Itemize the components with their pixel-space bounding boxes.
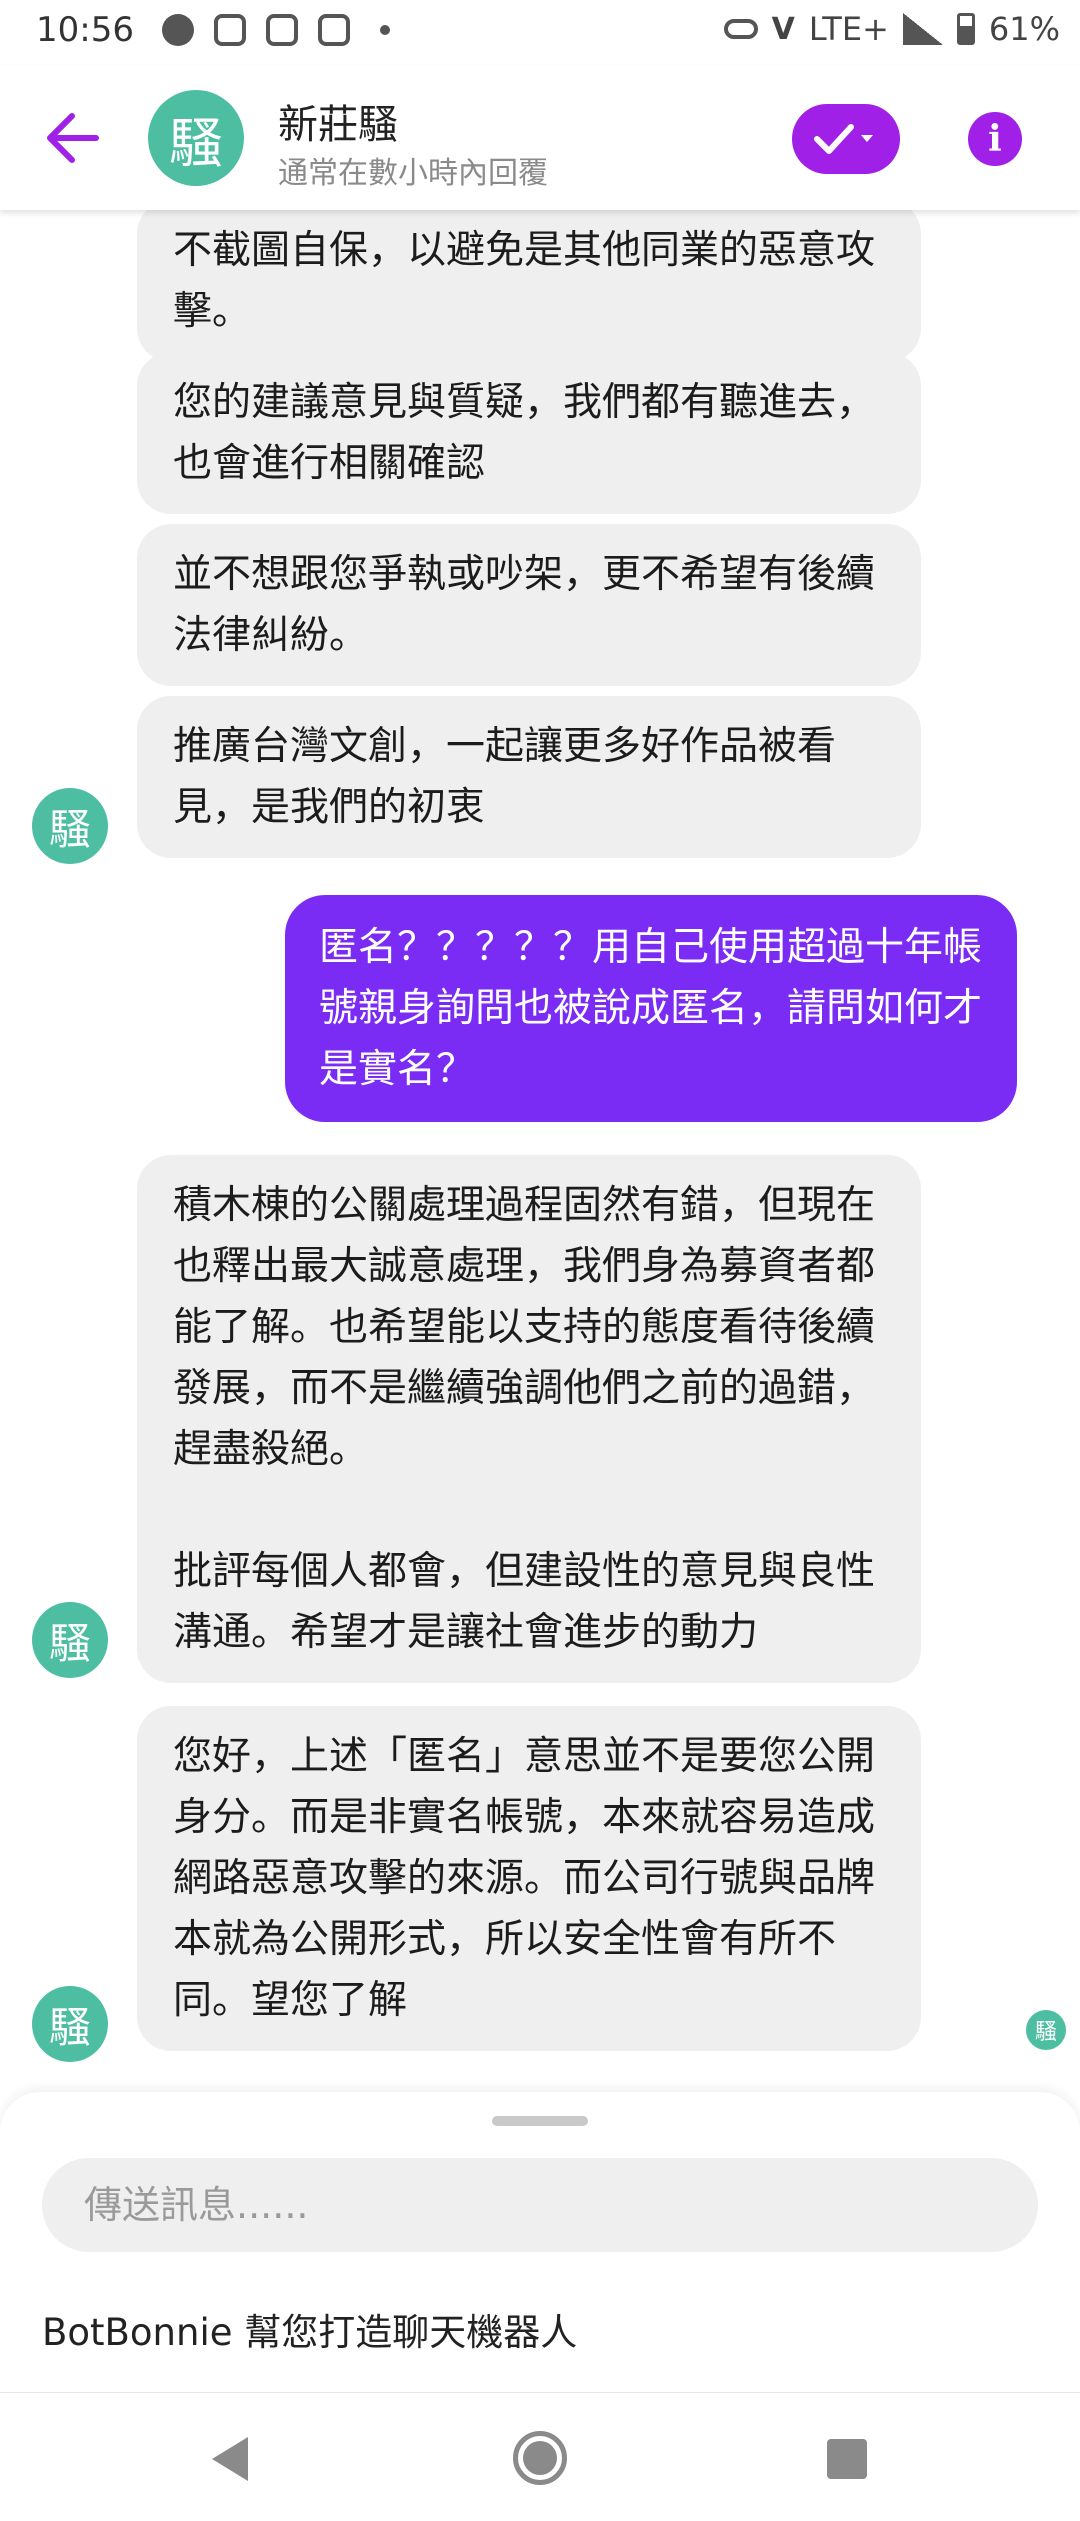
back-arrow-icon	[47, 113, 99, 163]
message-list[interactable]: 不截圖自保，以避免是其他同業的惡意攻擊。 您的建議意見與質疑，我們都有聽進去，也…	[0, 210, 1080, 2090]
drag-handle[interactable]	[492, 2116, 588, 2126]
status-bar: 10:56 V LTE+ 61%	[0, 0, 1080, 66]
contact-name: 新莊騷	[278, 102, 398, 148]
incoming-message: 您的建議意見與質疑，我們都有聽進去，也會進行相關確認	[137, 352, 921, 514]
sender-avatar: 騷	[32, 788, 108, 864]
sender-avatar: 騷	[32, 1602, 108, 1678]
incoming-message: 推廣台灣文創，一起讓更多好作品被看見，是我們的初衷	[137, 696, 921, 858]
checkmark-dropdown-icon	[814, 124, 873, 154]
info-button[interactable]: i	[968, 112, 1022, 166]
instagram-icon	[214, 14, 246, 46]
battery-percent: 61%	[988, 10, 1060, 48]
notification-app-icon	[162, 14, 194, 46]
instagram-icon	[266, 14, 298, 46]
info-icon: i	[988, 118, 1002, 160]
more-notifications-dot	[380, 25, 390, 35]
back-button[interactable]	[42, 110, 102, 166]
incoming-message: 並不想跟您爭執或吵架，更不希望有後續法律糾紛。	[137, 524, 921, 686]
photo-icon	[318, 14, 350, 46]
network-type: LTE+	[808, 10, 889, 48]
contact-avatar[interactable]: 騷	[148, 90, 244, 186]
botbonnie-footer-link[interactable]: BotBonnie 幫您打造聊天機器人	[42, 2302, 577, 2356]
mark-done-button[interactable]	[792, 104, 900, 174]
nav-home-dot	[523, 2441, 557, 2475]
signal-icon	[902, 13, 943, 45]
outgoing-message: 匿名？？？？？用自己使用超過十年帳號親身詢問也被說成匿名，請問如何才是實名？	[285, 895, 1017, 1122]
sender-avatar: 騷	[32, 1986, 108, 2062]
system-navigation-bar	[0, 2392, 1080, 2521]
notification-icons	[162, 14, 390, 46]
incoming-message: 積木棟的公關處理過程固然有錯，但現在也釋出最大誠意處理，我們身為募資者都能了解。…	[137, 1155, 921, 1683]
battery-icon	[956, 13, 975, 45]
nav-back-icon[interactable]	[212, 2437, 248, 2481]
volte-icon: V	[771, 11, 795, 47]
status-time: 10:56	[36, 10, 134, 50]
vpn-key-icon	[723, 19, 758, 39]
incoming-message: 您好，上述「匿名」意思並不是要您公開身分。而是非實名帳號，本來就容易造成網路惡意…	[137, 1706, 921, 2051]
system-icons: V LTE+ 61%	[723, 10, 1060, 48]
composer-panel: BotBonnie 幫您打造聊天機器人	[0, 2092, 1080, 2392]
response-time-status: 通常在數小時內回覆	[278, 156, 548, 191]
chat-header: 騷 新莊騷 通常在數小時內回覆 i	[0, 66, 1080, 210]
nav-home-icon[interactable]	[513, 2431, 567, 2485]
incoming-message: 不截圖自保，以避免是其他同業的惡意攻擊。	[137, 210, 921, 362]
nav-recents-icon[interactable]	[827, 2439, 867, 2479]
message-input[interactable]	[42, 2158, 1038, 2252]
seen-indicator-avatar: 騷	[1026, 2010, 1066, 2050]
